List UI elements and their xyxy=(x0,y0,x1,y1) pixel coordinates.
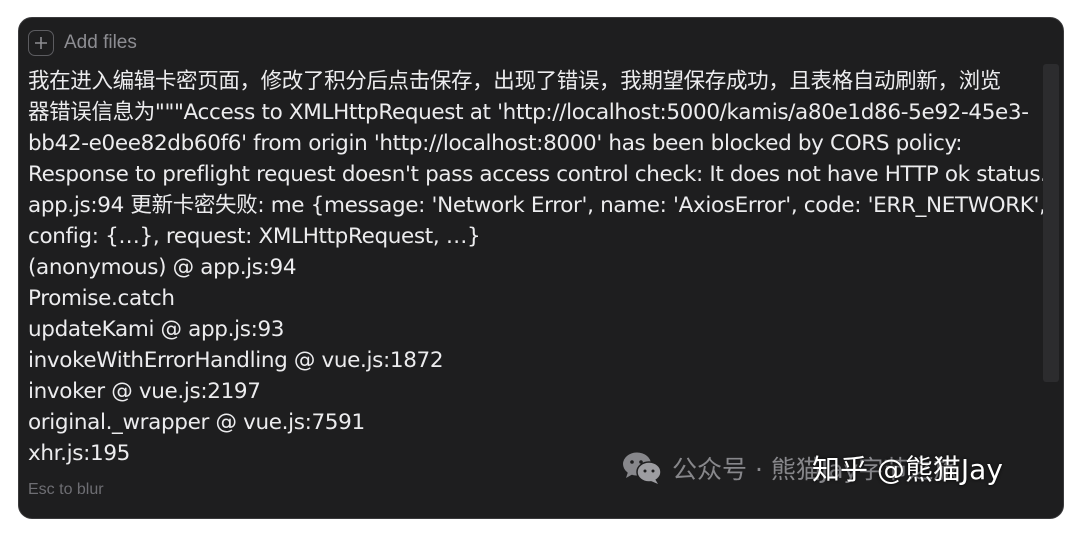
message-line: app.js:94 更新卡密失败: me {message: 'Network … xyxy=(28,193,1046,218)
add-files-button[interactable]: Add files xyxy=(28,30,137,56)
message-line: bb42-e0ee82db60f6' from origin 'http://l… xyxy=(28,131,963,156)
composer-panel: Add files 我在进入编辑卡密页面，修改了积分后点击保存，出现了错误，我期… xyxy=(18,17,1064,519)
message-line: Response to preflight request doesn't pa… xyxy=(28,162,1047,187)
message-line: 器错误信息为"""Access to XMLHttpRequest at 'ht… xyxy=(28,100,1029,125)
message-line: invoker @ vue.js:2197 xyxy=(28,379,261,404)
plus-icon xyxy=(28,30,54,56)
message-line: 我在进入编辑卡密页面，修改了积分后点击保存，出现了错误，我期望保存成功，且表格自… xyxy=(28,69,1001,94)
message-input[interactable]: 我在进入编辑卡密页面，修改了积分后点击保存，出现了错误，我期望保存成功，且表格自… xyxy=(28,66,1048,469)
message-line: Promise.catch xyxy=(28,286,175,311)
message-line: original._wrapper @ vue.js:7591 xyxy=(28,410,365,435)
message-line: updateKami @ app.js:93 xyxy=(28,317,285,342)
esc-hint: Esc to blur xyxy=(28,481,104,498)
zhihu-watermark: 知乎 @熊猫Jay xyxy=(812,453,1003,486)
add-files-label: Add files xyxy=(64,32,137,53)
message-line: config: {…}, request: XMLHttpRequest, …} xyxy=(28,224,481,249)
wechat-icon xyxy=(623,452,662,484)
message-line: (anonymous) @ app.js:94 xyxy=(28,255,297,280)
message-line: invokeWithErrorHandling @ vue.js:1872 xyxy=(28,348,444,373)
scrollbar[interactable] xyxy=(1043,64,1059,382)
